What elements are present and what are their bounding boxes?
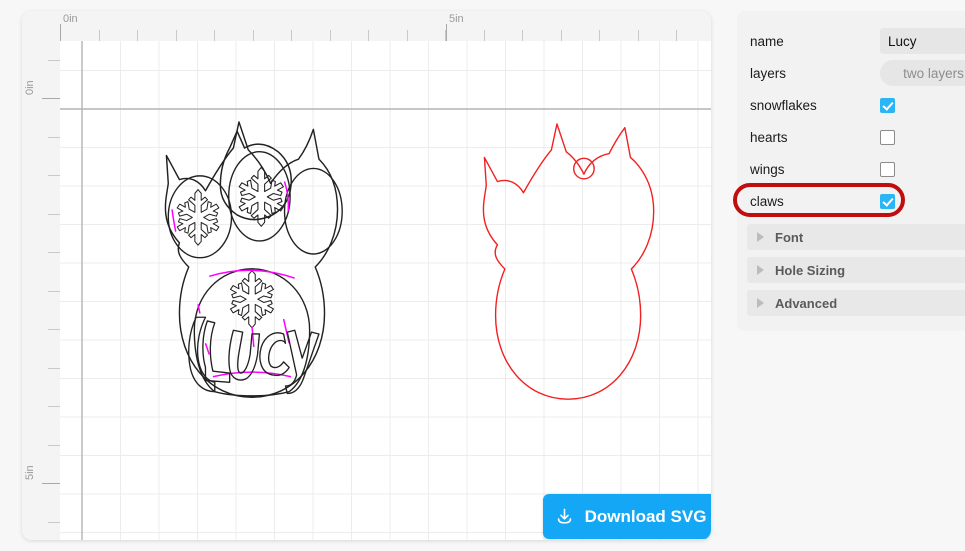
field-row-snowflakes: snowflakes [737,89,965,121]
wings-checkbox[interactable] [880,161,895,177]
ruler-tick-h [137,30,138,41]
hearts-checkbox[interactable] [880,129,895,145]
app-root: 0in 5in 0in 5in Download SVG name layers t… [0,0,965,551]
label-wings: wings [750,161,785,177]
paw-tag-artwork [164,121,655,400]
layers-select-value: two layers [903,65,964,81]
layers-select[interactable]: two layers [880,60,965,86]
chevron-right-icon [757,232,764,242]
ruler-tick-v [48,59,60,61]
ruler-tick-v [48,213,60,215]
toe-pad-3 [283,167,343,255]
artwork-red-layer [482,123,655,400]
ruler-label-v: 5in [24,465,36,480]
download-svg-button[interactable]: Download SVG [543,494,711,539]
label-hearts: hearts [750,129,788,145]
ruler-label-h: 5in [449,13,464,25]
field-row-wings: wings [737,153,965,185]
ruler-tick-h [368,30,369,41]
ruler-label-v: 0in [24,80,36,95]
field-row-layers: layers two layers [737,57,965,89]
ruler-tick-v [48,252,60,253]
field-row-hearts: hearts [737,121,965,153]
accordion-advanced-label: Advanced [775,295,838,311]
claws-checkbox[interactable] [880,193,895,209]
ruler-tick-v [48,175,60,176]
accordion-font[interactable]: Font [747,224,965,250]
accordion-font-label: Font [775,229,804,245]
ruler-tick-v [48,521,60,523]
label-snowflakes: snowflakes [750,97,817,113]
hanging-hole [573,157,595,180]
toe-pad-1 [167,175,233,259]
snowflake-toe-1 [176,189,220,246]
accordion-advanced[interactable]: Advanced [747,290,965,316]
label-layers: layers [750,65,787,81]
ruler-tick-h [560,30,562,41]
ruler-tick-v [48,444,60,446]
ruler-tick-v [48,136,60,138]
ruler-tick-h [483,30,485,41]
chevron-right-icon [757,265,764,275]
ruler-tick-h [329,30,331,41]
snowflake-toe-2 [238,166,284,227]
chevron-right-icon [757,298,764,308]
label-name: name [750,33,784,49]
toe-pad-2 [228,151,291,242]
snowflakes-checkbox[interactable] [880,97,895,113]
ruler-tick-major-v [42,483,60,484]
artwork-black-layer [164,121,343,398]
ruler-tick-h [291,30,292,41]
ruler-tick-h [175,30,177,41]
ruler-tick-h [252,30,254,41]
ruler-tick-h [637,30,639,41]
settings-sidebar: name layers two layers snowflakes hearts… [733,11,965,331]
ruler-label-h: 0in [63,13,78,25]
ruler-tick-h [522,30,523,41]
paw-cut-outline [482,123,655,400]
ruler-tick-v [48,329,60,330]
accordion-hole-sizing-label: Hole Sizing [775,262,846,278]
ruler-tick-v [48,367,60,369]
ruler-tick-major-h [446,24,447,41]
ruler-tick-v [48,406,60,407]
ruler-tick-h [406,30,408,41]
field-row-name: name [737,25,965,57]
ruler-tick-v [48,290,60,292]
ruler-tick-h [98,30,100,41]
canvas-panel: 0in 5in 0in 5in Download SVG [22,11,711,540]
field-row-claws: claws [737,185,965,217]
download-icon [557,508,571,524]
ruler-tick-h [676,30,677,41]
snowflake-main-pad [229,270,274,329]
name-input[interactable] [880,28,965,54]
ruler-horizontal: 0in 5in [22,11,711,41]
ruler-corner [22,11,60,41]
label-claws: claws [750,193,784,209]
magenta-overlap-marks [171,181,296,378]
download-svg-label: Download SVG [584,506,707,526]
ruler-tick-major-v [42,98,60,99]
ruler-tick-h [599,30,600,41]
drawing-board[interactable] [60,41,711,540]
ruler-tick-major-h [60,24,61,41]
ruler-tick-h [214,30,215,41]
accordion-hole-sizing[interactable]: Hole Sizing [747,257,965,283]
ruler-vertical: 0in 5in [22,11,60,540]
